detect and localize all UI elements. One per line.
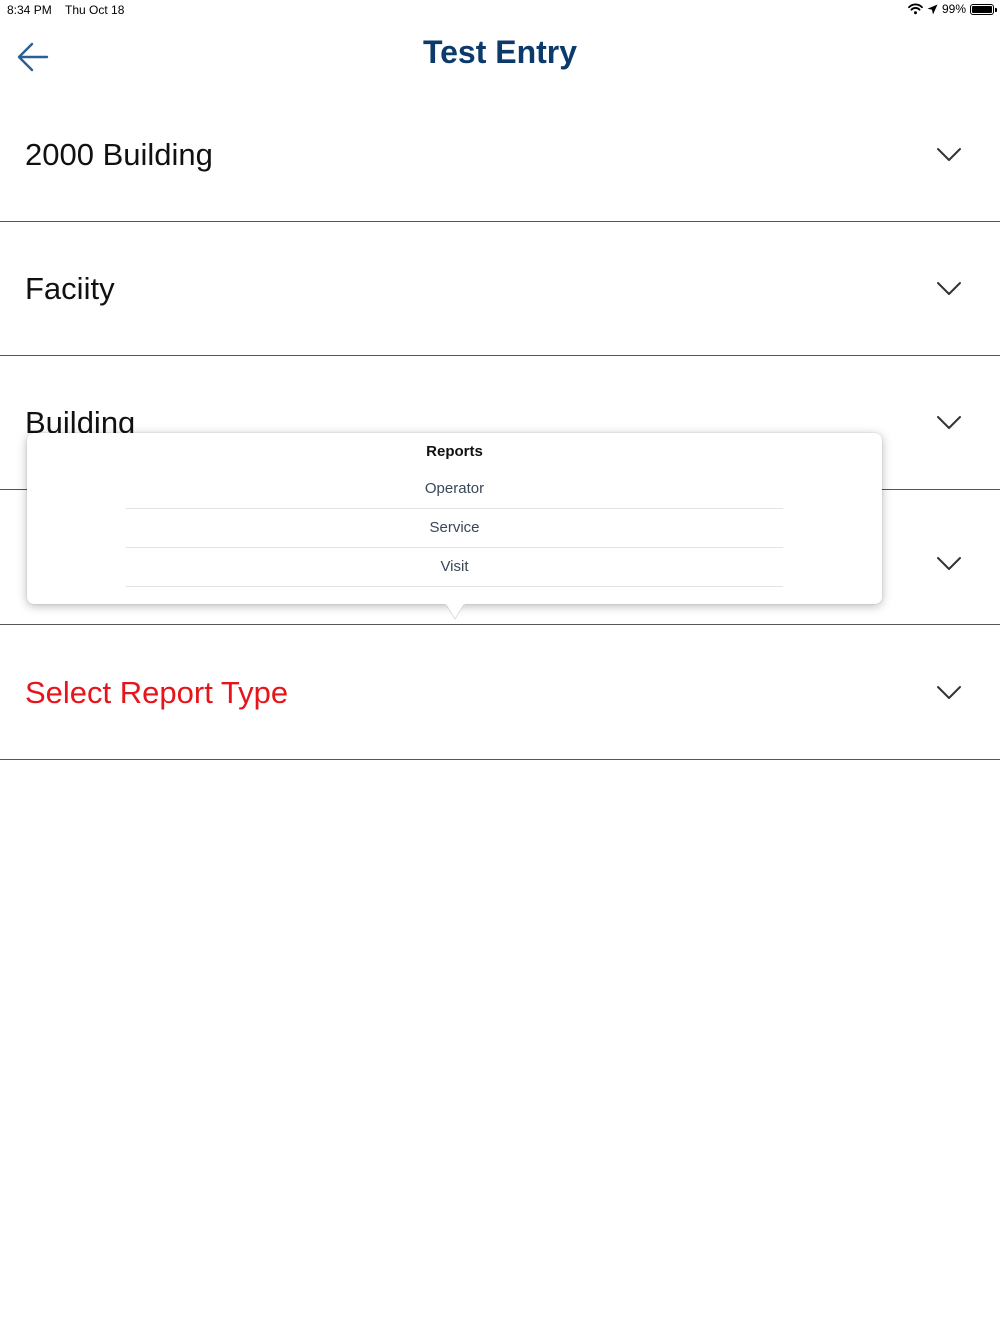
status-time: 8:34 PM — [7, 3, 52, 17]
chevron-down-icon — [937, 685, 961, 699]
row-building-selector[interactable]: 2000 Building — [0, 88, 1000, 222]
page-title: Test Entry — [422, 34, 578, 70]
row-label-report-type: Select Report Type — [25, 674, 289, 710]
row-label: 2000 Building — [25, 136, 213, 172]
row-label: Faciity — [25, 270, 115, 306]
battery-icon — [970, 3, 997, 15]
reports-popover: Reports Operator Service Visit — [27, 433, 882, 604]
option-visit[interactable]: Visit — [126, 548, 783, 587]
chevron-down-icon — [937, 556, 961, 570]
row-report-type-selector[interactable]: Select Report Type — [0, 626, 1000, 760]
chevron-down-icon — [937, 147, 961, 161]
status-date: Thu Oct 18 — [65, 3, 125, 17]
option-service[interactable]: Service — [126, 509, 783, 548]
popover-title: Reports — [426, 443, 483, 460]
battery-level — [972, 5, 992, 13]
location-arrow-icon — [927, 4, 938, 15]
row-facility-selector[interactable]: Faciity — [0, 222, 1000, 356]
chevron-down-icon — [937, 281, 961, 295]
popover-options: Operator Service Visit — [126, 470, 783, 587]
nav-bar: Test Entry — [0, 20, 1000, 88]
chevron-down-icon — [937, 415, 961, 429]
status-bar: 8:34 PM Thu Oct 18 99% — [0, 0, 1000, 20]
status-indicators: 99% — [908, 2, 997, 16]
wifi-icon — [908, 3, 923, 15]
battery-percent: 99% — [941, 2, 966, 16]
option-operator[interactable]: Operator — [126, 470, 783, 509]
popover-arrow — [445, 603, 465, 620]
